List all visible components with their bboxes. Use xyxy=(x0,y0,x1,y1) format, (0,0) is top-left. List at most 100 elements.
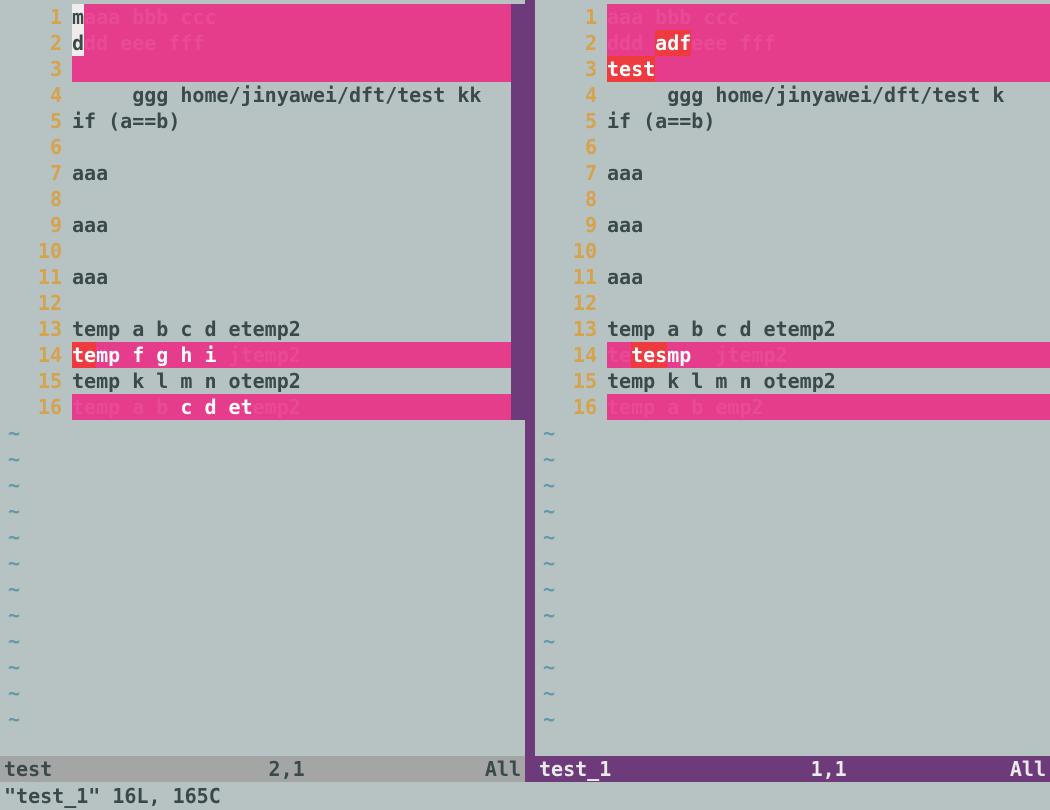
line-number: 15 xyxy=(0,368,72,394)
diff-text: te xyxy=(72,342,96,368)
code-text: temp k l m n otemp2 xyxy=(607,368,836,394)
line-number: 12 xyxy=(0,290,72,316)
code-row: 1 m aaa bbb ccc xyxy=(0,4,525,30)
tilde-icon: ~ xyxy=(535,706,607,732)
command-line[interactable]: "test_1" 16L, 165C xyxy=(0,782,1050,810)
empty-row: ~ xyxy=(0,576,525,602)
diff-text: emp2 xyxy=(253,394,301,420)
tilde-icon: ~ xyxy=(0,472,72,498)
code-row: 15temp k l m n otemp2 xyxy=(535,368,1050,394)
line-number: 13 xyxy=(535,316,607,342)
fold-column xyxy=(511,290,525,316)
code-row: 4 ggg home/jinyawei/dft/test kk xyxy=(0,82,525,108)
line-number: 15 xyxy=(535,368,607,394)
line-number: 4 xyxy=(535,82,607,108)
diff-text: te xyxy=(607,342,631,368)
code-text: temp k l m n otemp2 xyxy=(72,368,301,394)
code-row: 14 te mp f g h i jtemp2 xyxy=(0,342,525,368)
left-pane[interactable]: 1 m aaa bbb ccc 2 d dd eee fff xyxy=(0,0,525,782)
code-row: 2 d dd eee fff xyxy=(0,30,525,56)
empty-row: ~ xyxy=(0,446,525,472)
code-text: aaa xyxy=(72,212,108,238)
tilde-icon: ~ xyxy=(535,524,607,550)
line-number: 2 xyxy=(0,30,72,56)
tilde-icon: ~ xyxy=(535,420,607,446)
tilde-icon: ~ xyxy=(535,628,607,654)
line-number: 7 xyxy=(535,160,607,186)
diff-text: eee fff xyxy=(691,30,775,56)
tilde-icon: ~ xyxy=(535,550,607,576)
code-text: aaa bbb ccc xyxy=(607,4,739,30)
code-row: 10 xyxy=(0,238,525,264)
empty-row: ~ xyxy=(535,498,1050,524)
tilde-icon: ~ xyxy=(0,706,72,732)
tilde-icon: ~ xyxy=(535,654,607,680)
empty-row: ~ xyxy=(535,472,1050,498)
tilde-icon: ~ xyxy=(535,576,607,602)
line-number: 4 xyxy=(0,82,72,108)
tilde-icon: ~ xyxy=(0,654,72,680)
code-text: aaa xyxy=(72,160,108,186)
empty-row: ~ xyxy=(0,706,525,732)
diff-text: c d et xyxy=(180,394,252,420)
fold-column xyxy=(511,238,525,264)
tilde-icon: ~ xyxy=(535,498,607,524)
empty-row: ~ xyxy=(535,706,1050,732)
diff-char: d xyxy=(72,30,84,56)
line-number: 1 xyxy=(0,4,72,30)
diff-text: tes xyxy=(631,342,667,368)
code-row: 11aaa xyxy=(535,264,1050,290)
right-pane[interactable]: 1 aaa bbb ccc 2 ddd adf eee fff 3 xyxy=(535,0,1050,782)
right-statusbar: test_1 1,1 All xyxy=(535,756,1050,782)
code-row: 7aaa xyxy=(535,160,1050,186)
code-row: 13 temp a b c d etemp2 xyxy=(0,316,525,342)
line-number: 14 xyxy=(0,342,72,368)
empty-row: ~ xyxy=(535,602,1050,628)
command-text: "test_1" 16L, 165C xyxy=(4,783,221,809)
code-row: 8 xyxy=(535,186,1050,212)
line-number: 9 xyxy=(535,212,607,238)
fold-column xyxy=(511,368,525,394)
code-row: 3 xyxy=(0,56,525,82)
right-code[interactable]: 1 aaa bbb ccc 2 ddd adf eee fff 3 xyxy=(535,0,1050,756)
line-number: 8 xyxy=(535,186,607,212)
diff-char: m xyxy=(72,4,84,30)
diff-text: temp a b xyxy=(72,394,180,420)
diff-text: jtemp2 xyxy=(229,342,301,368)
diff-text: mp xyxy=(667,342,715,368)
empty-row: ~ xyxy=(535,628,1050,654)
empty-row: ~ xyxy=(0,654,525,680)
line-number: 16 xyxy=(0,394,72,420)
code-text: if (a==b) xyxy=(72,108,180,134)
code-row: 16 temp a b c d et emp2 xyxy=(0,394,525,420)
tilde-icon: ~ xyxy=(0,680,72,706)
vertical-split[interactable] xyxy=(525,0,535,782)
line-number: 16 xyxy=(535,394,607,420)
diff-text: adf xyxy=(655,30,691,56)
code-row: 16 temp a b emp2 xyxy=(535,394,1050,420)
diff-text: temp a b emp2 xyxy=(607,394,764,420)
line-number: 6 xyxy=(535,134,607,160)
fold-column xyxy=(511,186,525,212)
line-number: 10 xyxy=(535,238,607,264)
empty-row: ~ xyxy=(0,498,525,524)
status-filename: test_1 xyxy=(539,756,611,782)
fold-column xyxy=(511,56,525,82)
code-row: 1 aaa bbb ccc xyxy=(535,4,1050,30)
left-code[interactable]: 1 m aaa bbb ccc 2 d dd eee fff xyxy=(0,0,525,756)
tilde-icon: ~ xyxy=(0,446,72,472)
split-panes: 1 m aaa bbb ccc 2 d dd eee fff xyxy=(0,0,1050,782)
vim-diff-editor[interactable]: 1 m aaa bbb ccc 2 d dd eee fff xyxy=(0,0,1050,810)
code-text: aaa xyxy=(607,160,643,186)
code-text: if (a==b) xyxy=(607,108,715,134)
line-number: 6 xyxy=(0,134,72,160)
code-text: temp a b c d etemp2 xyxy=(72,316,301,342)
line-number: 9 xyxy=(0,212,72,238)
tilde-icon: ~ xyxy=(0,524,72,550)
line-number: 10 xyxy=(0,238,72,264)
fold-column xyxy=(511,342,525,368)
tilde-icon: ~ xyxy=(0,498,72,524)
code-row: 11 aaa xyxy=(0,264,525,290)
empty-row: ~ xyxy=(535,524,1050,550)
code-row: 6 xyxy=(0,134,525,160)
